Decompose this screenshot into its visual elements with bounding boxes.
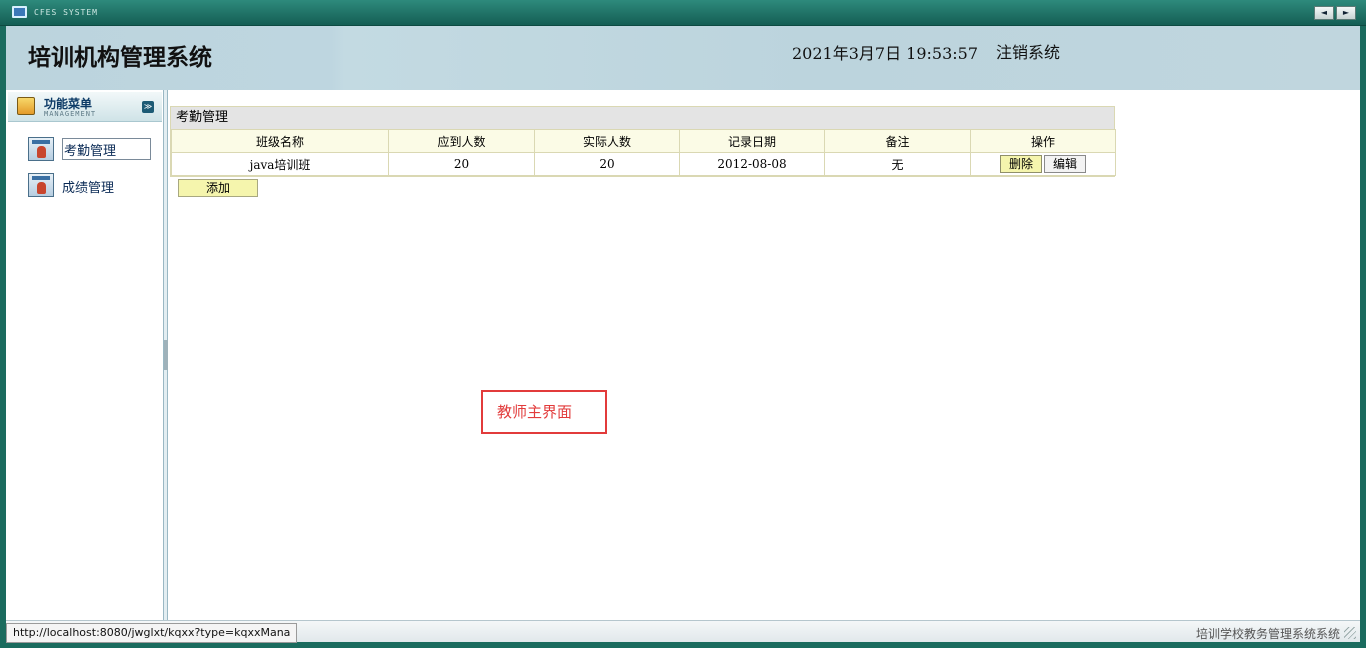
cell-actual: 20 [534, 152, 680, 176]
collapse-toggle-icon[interactable]: ≫ [142, 101, 154, 113]
menu-header: 功能菜单 MANAGEMENT ≫ [8, 92, 162, 122]
attendance-table: 班级名称 应到人数 实际人数 记录日期 备注 操作 java培训班 20 20 … [171, 129, 1116, 176]
column-header-actual: 实际人数 [534, 129, 680, 153]
attendance-panel: 考勤管理 班级名称 应到人数 实际人数 记录日期 备注 操作 java培训班 2… [170, 106, 1116, 177]
main-content: 考勤管理 班级名称 应到人数 实际人数 记录日期 备注 操作 java培训班 2… [168, 90, 1360, 620]
window-titlebar: CFES SYSTEM ◄ ► [0, 0, 1366, 26]
status-app-name: 培训学校教务管理系统系统 [1195, 627, 1340, 641]
sidebar-item-attendance[interactable]: 考勤管理 [26, 137, 156, 163]
system-label: CFES SYSTEM [34, 8, 98, 17]
sidebar: 功能菜单 MANAGEMENT ≫ 考勤管理 成绩管理 [6, 90, 164, 620]
monitor-icon [12, 6, 27, 18]
app-header: 培训机构管理系统 2021年3月7日 19:53:57 注销系统 [6, 26, 1360, 90]
user-card-icon [28, 173, 54, 197]
column-header-expected: 应到人数 [388, 129, 535, 153]
column-header-class-name: 班级名称 [171, 129, 389, 153]
status-url: http://localhost:8080/jwglxt/kqxx?type=k… [6, 623, 298, 643]
sidebar-item-grades[interactable]: 成绩管理 [26, 173, 156, 199]
prev-button[interactable]: ◄ [1314, 6, 1334, 20]
panel-title: 考勤管理 [171, 107, 1114, 129]
frame-border-right [1360, 26, 1366, 648]
cell-note: 无 [824, 152, 971, 176]
edit-button[interactable]: 编辑 [1044, 155, 1086, 173]
resize-grip-icon[interactable] [1344, 627, 1356, 639]
sidebar-item-label: 考勤管理 [62, 138, 151, 160]
table-row: java培训班 20 20 2012-08-08 无 删除 编辑 [171, 152, 1116, 176]
annotation-label: 教师主界面 [481, 390, 607, 434]
datetime-display: 2021年3月7日 19:53:57 [792, 44, 979, 63]
column-header-date: 记录日期 [679, 129, 825, 153]
add-button[interactable]: 添加 [178, 179, 258, 197]
cell-date: 2012-08-08 [679, 152, 825, 176]
cell-class-name: java培训班 [171, 152, 389, 176]
user-card-icon [28, 137, 54, 161]
menu-home-icon [17, 97, 35, 115]
menu-subtitle: MANAGEMENT [44, 110, 97, 118]
app-title: 培训机构管理系统 [28, 44, 212, 71]
sidebar-item-label: 成绩管理 [62, 181, 115, 196]
column-header-actions: 操作 [970, 129, 1116, 153]
next-button[interactable]: ► [1336, 6, 1356, 20]
status-bar: http://localhost:8080/jwglxt/kqxx?type=k… [6, 620, 1360, 643]
delete-button[interactable]: 删除 [1000, 155, 1042, 173]
cell-expected: 20 [388, 152, 535, 176]
window-nav-buttons: ◄ ► [1314, 6, 1356, 20]
table-header-row: 班级名称 应到人数 实际人数 记录日期 备注 操作 [171, 129, 1116, 153]
cell-actions: 删除 编辑 [970, 152, 1116, 176]
app-window: CFES SYSTEM ◄ ► 培训机构管理系统 2021年3月7日 19:53… [0, 0, 1366, 648]
column-header-note: 备注 [824, 129, 971, 153]
logout-link[interactable]: 注销系统 [996, 39, 1060, 63]
